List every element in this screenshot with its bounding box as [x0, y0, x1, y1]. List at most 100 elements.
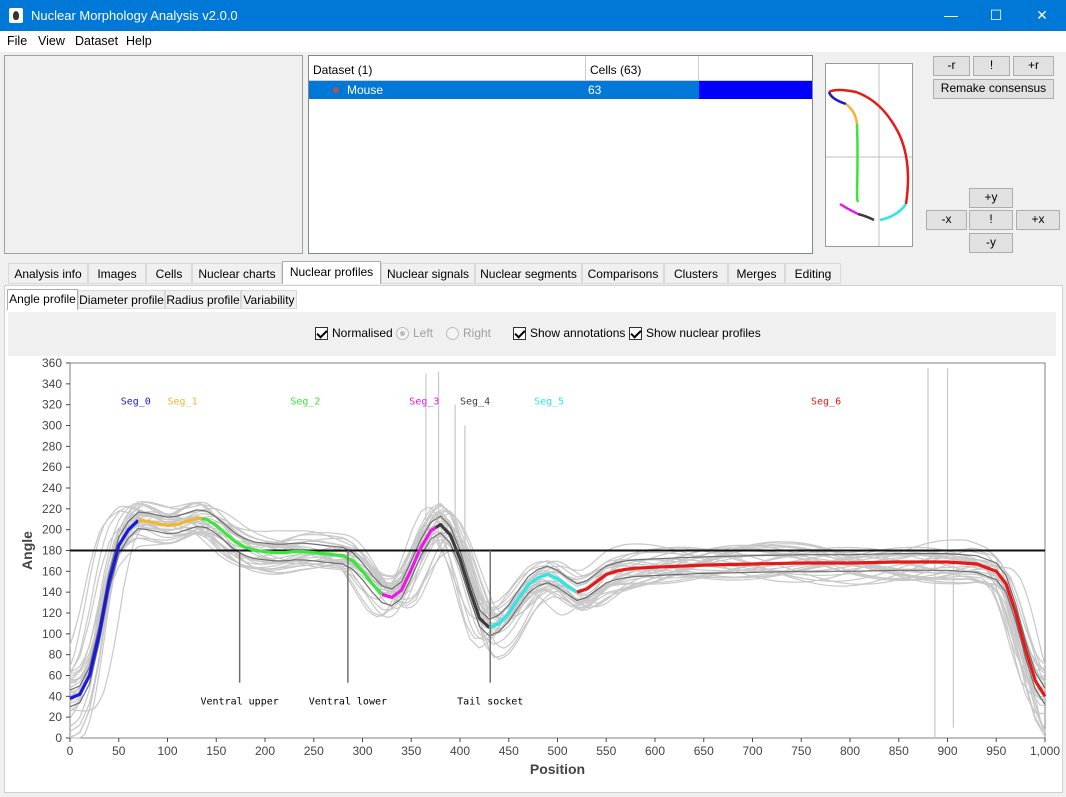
tab-radius-profile[interactable]: Radius profile: [165, 290, 241, 309]
normalised-checkbox[interactable]: Normalised: [315, 326, 393, 340]
segment-label: Seg_3: [409, 397, 439, 408]
segment-label: Seg_4: [460, 397, 490, 408]
column-header-colour: [699, 56, 812, 81]
annotation-label: Ventral lower: [309, 697, 387, 708]
tab-comparisons[interactable]: Comparisons: [582, 263, 664, 284]
tab-analysis-info[interactable]: Analysis info: [8, 263, 88, 284]
right-radio[interactable]: Right: [446, 326, 491, 340]
tab-nuclear-charts[interactable]: Nuclear charts: [192, 263, 282, 284]
x-tick-label: 200: [255, 744, 275, 758]
show-annotations-checkbox[interactable]: Show annotations: [513, 326, 625, 340]
dataset-node-icon: [333, 87, 339, 93]
column-header-dataset[interactable]: Dataset (1): [309, 56, 586, 81]
move-minus-x-button[interactable]: -x: [926, 210, 967, 230]
checkbox-icon: [513, 326, 526, 340]
y-tick-label: 360: [42, 356, 62, 370]
tab-merges[interactable]: Merges: [728, 263, 785, 284]
reset-offset-button[interactable]: !: [969, 210, 1013, 230]
rotate-minus-button[interactable]: -r: [933, 56, 970, 76]
x-tick-label: 250: [304, 744, 324, 758]
move-plus-x-button[interactable]: +x: [1016, 210, 1060, 230]
y-tick-label: 280: [42, 439, 62, 453]
annotation-label: Ventral upper: [201, 697, 279, 708]
rotate-plus-button[interactable]: +r: [1013, 56, 1054, 76]
y-tick-label: 100: [42, 627, 62, 641]
x-tick-label: 1,000: [1030, 744, 1060, 758]
x-tick-label: 750: [791, 744, 811, 758]
left-radio[interactable]: Left: [396, 326, 433, 340]
segment-label: Seg_2: [290, 397, 320, 408]
tab-editing[interactable]: Editing: [785, 263, 841, 284]
x-tick-label: 900: [937, 744, 957, 758]
table-row[interactable]: Mouse 63: [309, 81, 699, 99]
x-tick-label: 800: [840, 744, 860, 758]
segment-label: Seg_5: [534, 397, 564, 408]
dataset-table[interactable]: Dataset (1) Cells (63) Mouse 63: [308, 55, 813, 254]
x-tick-label: 400: [450, 744, 470, 758]
x-tick-label: 150: [206, 744, 226, 758]
y-tick-label: 40: [49, 689, 63, 703]
remake-consensus-button[interactable]: Remake consensus: [933, 79, 1054, 99]
y-tick-label: 60: [49, 669, 63, 683]
tab-images[interactable]: Images: [88, 263, 146, 284]
title-bar: Nuclear Morphology Analysis v2.0.0 — ☐ ✕: [0, 0, 1066, 31]
x-tick-label: 0: [67, 744, 74, 758]
radio-icon: [446, 326, 459, 340]
dataset-cell-count: 63: [588, 83, 602, 97]
y-tick-label: 120: [42, 606, 62, 620]
x-tick-label: 700: [742, 744, 762, 758]
column-header-cells[interactable]: Cells (63): [586, 56, 699, 81]
tab-angle-profile[interactable]: Angle profile: [7, 289, 78, 310]
annotation-label: Tail socket: [457, 697, 523, 708]
menu-view[interactable]: View: [38, 34, 65, 48]
x-tick-label: 500: [547, 744, 567, 758]
x-tick-label: 100: [157, 744, 177, 758]
y-tick-label: 220: [42, 502, 62, 516]
x-tick-label: 350: [401, 744, 421, 758]
y-tick-label: 20: [49, 710, 63, 724]
checkbox-icon: [629, 326, 642, 340]
x-tick-label: 450: [499, 744, 519, 758]
segment-label: Seg_0: [121, 397, 151, 408]
close-button[interactable]: ✕: [1019, 0, 1065, 31]
segment-label: Seg_1: [168, 397, 198, 408]
x-axis-label: Position: [530, 761, 585, 777]
x-tick-label: 600: [645, 744, 665, 758]
x-tick-label: 50: [112, 744, 126, 758]
dataset-name: Mouse: [347, 83, 384, 97]
tab-cells[interactable]: Cells: [146, 263, 192, 284]
dataset-colour-swatch[interactable]: [699, 81, 812, 99]
y-tick-label: 180: [42, 544, 62, 558]
y-tick-label: 80: [49, 648, 63, 662]
radio-icon: [396, 326, 409, 340]
y-axis-label: Angle: [19, 531, 35, 570]
x-tick-label: 300: [352, 744, 372, 758]
tab-clusters[interactable]: Clusters: [664, 263, 728, 284]
move-minus-y-button[interactable]: -y: [969, 233, 1013, 253]
tab-nuclear-profiles[interactable]: Nuclear profiles: [282, 261, 381, 284]
reset-rotation-button[interactable]: !: [973, 56, 1010, 76]
tab-nuclear-signals[interactable]: Nuclear signals: [381, 263, 475, 284]
move-plus-y-button[interactable]: +y: [969, 188, 1013, 208]
dataset-info-panel: [4, 55, 303, 254]
menu-dataset[interactable]: Dataset: [75, 34, 118, 48]
menu-help[interactable]: Help: [126, 34, 152, 48]
angle-profile-chart[interactable]: Seg_0 Seg_1 Seg_2 Seg_3 Seg_4 Seg_5 Seg_6 Ventr…: [8, 356, 1060, 786]
maximize-button[interactable]: ☐: [973, 0, 1019, 31]
tab-variability[interactable]: Variability: [241, 290, 297, 309]
menu-file[interactable]: File: [7, 34, 27, 48]
tab-nuclear-segments[interactable]: Nuclear segments: [475, 263, 582, 284]
y-tick-label: 300: [42, 419, 62, 433]
y-tick-label: 320: [42, 398, 62, 412]
minimize-button[interactable]: —: [928, 0, 974, 31]
menu-bar: File View Dataset Help: [0, 31, 1066, 52]
segment-label: Seg_6: [811, 397, 841, 408]
y-tick-label: 200: [42, 523, 62, 537]
checkbox-icon: [315, 326, 328, 340]
profile-tab-bar: Angle profile Diameter profile Radius pr…: [4, 287, 1063, 310]
show-nuclear-profiles-checkbox[interactable]: Show nuclear profiles: [629, 326, 761, 340]
tab-diameter-profile[interactable]: Diameter profile: [78, 290, 165, 309]
app-icon: [9, 8, 23, 23]
y-tick-label: 260: [42, 460, 62, 474]
y-tick-label: 160: [42, 564, 62, 578]
